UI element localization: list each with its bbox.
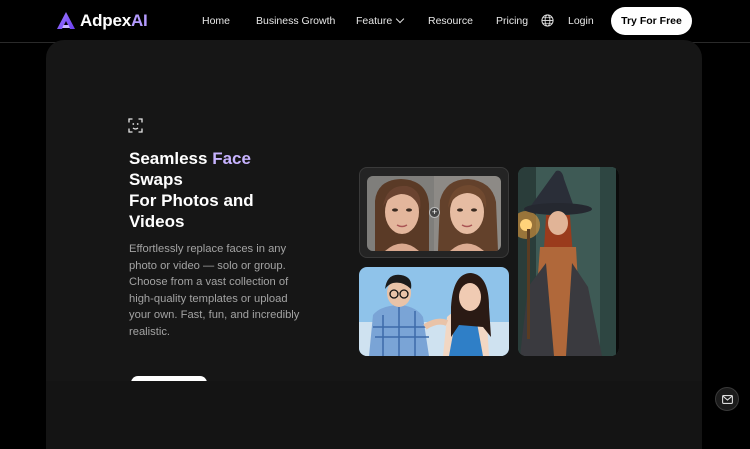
top-nav: AdpexAI Home Business Growth Feature Res… bbox=[0, 0, 750, 43]
nav-pricing[interactable]: Pricing bbox=[496, 15, 528, 27]
nav-feature-label: Feature bbox=[356, 15, 393, 27]
login-link[interactable]: Login bbox=[568, 15, 594, 27]
witch-portrait-image bbox=[518, 167, 619, 356]
nav-home[interactable]: Home bbox=[202, 15, 230, 27]
source-face-image bbox=[367, 176, 434, 251]
image-edge-strip bbox=[616, 167, 619, 356]
globe-icon[interactable] bbox=[541, 14, 554, 27]
hero-title: Seamless Face Swaps For Photos and Video… bbox=[129, 149, 254, 231]
brand-logo[interactable]: AdpexAI bbox=[56, 11, 148, 31]
nav-feature[interactable]: Feature bbox=[356, 14, 405, 27]
face-scan-icon bbox=[128, 118, 143, 133]
card-bottom-overlay bbox=[46, 381, 702, 449]
plus-icon: + bbox=[429, 207, 440, 218]
brand-name: AdpexAI bbox=[80, 11, 148, 30]
face-swap-pair-panel: + bbox=[359, 167, 509, 258]
try-for-free-button[interactable]: Try For Free bbox=[611, 7, 692, 35]
nav-business-growth[interactable]: Business Growth bbox=[256, 15, 335, 27]
adpex-logo-icon bbox=[57, 12, 75, 29]
nav-resource[interactable]: Resource bbox=[428, 15, 473, 27]
target-face-image bbox=[434, 176, 501, 251]
mail-icon bbox=[721, 394, 733, 404]
contact-mail-button[interactable] bbox=[715, 387, 739, 411]
group-photo-image bbox=[359, 267, 509, 356]
hero-description: Effortlessly replace faces in any photo … bbox=[129, 243, 300, 338]
chevron-down-icon bbox=[395, 14, 405, 24]
